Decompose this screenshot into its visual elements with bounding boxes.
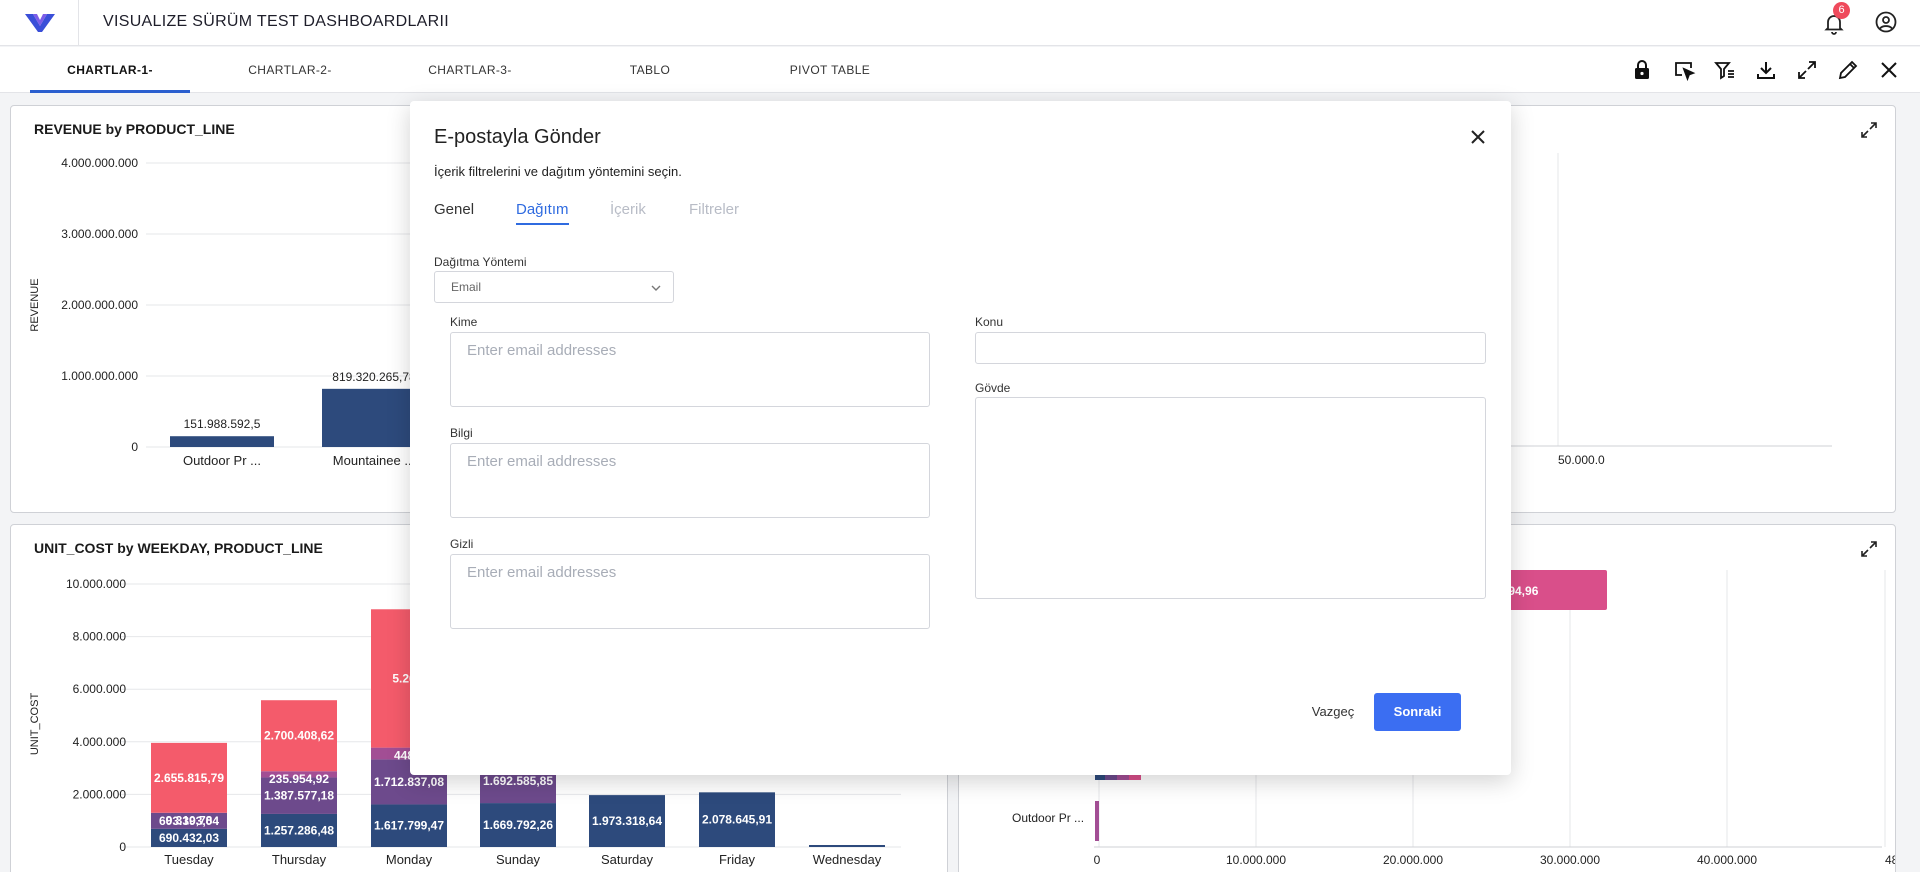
x-tick-label: Tuesday (164, 852, 214, 867)
fullscreen-icon[interactable] (1795, 58, 1819, 82)
bar-value-label: 1.669.792,26 (483, 818, 553, 832)
dialog-tab-dagitim[interactable]: Dağıtım (516, 201, 569, 225)
bar-value-label: 690.432,03 (159, 831, 219, 845)
body-field[interactable] (975, 397, 1486, 599)
dialog-tab-icerik[interactable]: İçerik (610, 201, 646, 218)
x-tick-label: Saturday (601, 852, 654, 867)
cc-label: Bilgi (450, 426, 473, 440)
subject-label: Konu (975, 315, 1004, 329)
chevron-down-icon (651, 285, 661, 291)
bar-value-label: 2.078.645,91 (702, 813, 772, 827)
close-icon[interactable] (1877, 58, 1901, 82)
next-button[interactable]: Sonraki (1374, 693, 1461, 731)
tab-bar: CHARTLAR-1- CHARTLAR-2- CHARTLAR-3- TABL… (0, 47, 1920, 93)
y-tick-label: 1.000.000.000 (61, 369, 138, 383)
cursor-select-icon[interactable] (1672, 58, 1696, 82)
top-bar: VISUALIZE SÜRÜM TEST DASHBOARDLARII 6 (0, 0, 1920, 46)
stacked-bar-segment (1095, 801, 1099, 841)
bar-value-label: 1.387.577,18 (264, 789, 334, 803)
to-placeholder: Enter email addresses (467, 342, 617, 359)
x-tick-label: Outdoor Pr ... (183, 453, 261, 468)
to-field[interactable]: Enter email addresses (450, 332, 930, 407)
y-tick-label: 4.000.000.000 (61, 156, 138, 170)
bar-value-label: 235.954,92 (269, 772, 329, 786)
divider (78, 0, 79, 46)
cc-field[interactable]: Enter email addresses (450, 443, 930, 518)
tab-chartlar-1[interactable]: CHARTLAR-1- (30, 47, 190, 93)
cancel-button[interactable]: Vazgeç (1298, 693, 1368, 731)
dialog-title: E-postayla Gönder (434, 126, 601, 148)
bcc-field[interactable]: Enter email addresses (450, 554, 930, 629)
x-tick-label: Monday (386, 852, 433, 867)
method-select[interactable]: Email (434, 271, 674, 303)
x-tick-label: 48.29 (1885, 853, 1896, 867)
x-tick-label: Thursday (272, 852, 327, 867)
bar-value-label: 1.257.286,48 (264, 823, 334, 837)
to-label: Kime (450, 315, 478, 329)
tab-tablo[interactable]: TABLO (570, 47, 730, 93)
x-tick-label: Friday (719, 852, 756, 867)
bar-value-label: 9.310,78 (166, 814, 213, 828)
bar-value-label: 1.617.799,47 (374, 819, 444, 833)
tab-chartlar-2[interactable]: CHARTLAR-2- (210, 47, 370, 93)
y-tick-label: 10.000.000 (66, 577, 126, 591)
x-tick-label: Mountainee ... (333, 453, 415, 468)
bar-value-label: 151.988.592,5 (184, 417, 261, 431)
dialog-tab-genel[interactable]: Genel (434, 201, 474, 218)
x-tick-label: 50.000.0 (1558, 453, 1605, 467)
dialog-subtitle: İçerik filtrelerini ve dağıtım yöntemini… (434, 164, 682, 179)
y-tick-label: Outdoor Pr ... (1012, 811, 1084, 825)
bar-value-label: 1.692.585,85 (483, 774, 553, 788)
y-tick-label: 3.000.000.000 (61, 227, 138, 241)
y-tick-label: 6.000.000 (73, 682, 127, 696)
bar-value-label: 2.655.815,79 (154, 771, 224, 785)
logo-icon[interactable] (24, 11, 56, 35)
download-icon[interactable] (1754, 58, 1778, 82)
cc-placeholder: Enter email addresses (467, 453, 617, 470)
y-tick-label: 8.000.000 (73, 630, 127, 644)
dialog-tab-filtreler[interactable]: Filtreler (689, 201, 739, 218)
x-tick-label: 10.000.000 (1226, 853, 1286, 867)
y-tick-label: 4.000.000 (73, 735, 127, 749)
x-tick-label: 30.000.000 (1540, 853, 1600, 867)
user-icon[interactable] (1874, 10, 1898, 34)
method-select-value: Email (451, 280, 482, 294)
bar-value-label: 1.973.318,64 (592, 814, 662, 828)
x-tick-label: 40.000.000 (1697, 853, 1757, 867)
tab-chartlar-3[interactable]: CHARTLAR-3- (390, 47, 550, 93)
bar-value-label: 1.712.837,08 (374, 775, 444, 789)
stacked-bar-segment (809, 845, 885, 847)
x-tick-label: Sunday (496, 852, 541, 867)
x-tick-label: Wednesday (813, 852, 882, 867)
body-label: Gövde (975, 381, 1011, 395)
tab-pivot-table[interactable]: PIVOT TABLE (750, 47, 910, 93)
y-axis-label: REVENUE (29, 278, 41, 331)
bar (170, 436, 274, 447)
y-tick-label: 0 (131, 440, 138, 454)
y-tick-label: 0 (119, 840, 126, 854)
lock-icon[interactable] (1630, 58, 1654, 82)
bar-value-label: 2.700.408,62 (264, 729, 334, 743)
y-tick-label: 2.000.000 (73, 787, 127, 801)
edit-icon[interactable] (1836, 58, 1860, 82)
filter-icon[interactable] (1713, 58, 1737, 82)
bcc-label: Gizli (450, 537, 474, 551)
y-axis-label: UNIT_COST (29, 693, 41, 756)
method-label: Dağıtma Yöntemi (434, 255, 527, 269)
x-tick-label: 20.000.000 (1383, 853, 1443, 867)
email-dialog: E-postayla Gönder İçerik filtrelerini ve… (410, 101, 1511, 775)
bcc-placeholder: Enter email addresses (467, 564, 617, 581)
bar-value-label: 819.320.265,78 (332, 370, 416, 384)
dialog-close-icon[interactable] (1466, 125, 1490, 149)
subject-field[interactable] (975, 332, 1486, 364)
notification-badge: 6 (1833, 2, 1850, 19)
app-title: VISUALIZE SÜRÜM TEST DASHBOARDLARII (103, 13, 449, 30)
x-tick-label: 0 (1094, 853, 1101, 867)
y-tick-label: 2.000.000.000 (61, 298, 138, 312)
